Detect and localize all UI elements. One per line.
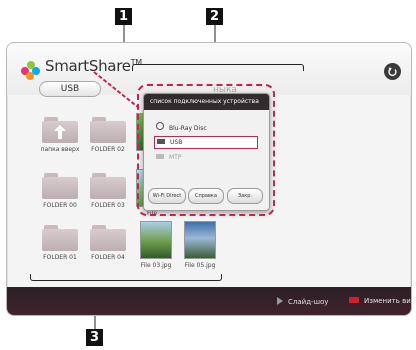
file-grid-bracket [30, 274, 222, 281]
pointer-line [93, 71, 140, 109]
device-tabs-bracket [132, 64, 304, 71]
